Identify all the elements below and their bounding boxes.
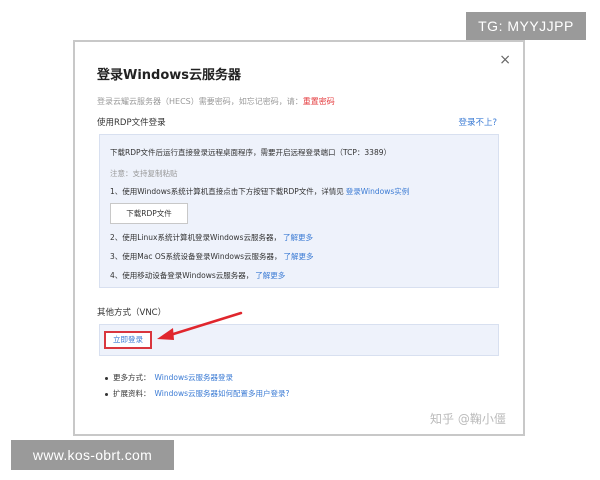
extended-info-label: 扩展资料：	[113, 389, 151, 398]
windows-login-link[interactable]: Windows云服务器登录	[155, 373, 233, 382]
tg-badge: TG: MYYJJPP	[466, 12, 586, 40]
multi-user-config-link[interactable]: Windows云服务器如何配置多用户登录?	[155, 389, 290, 398]
more-methods-row: 更多方式： Windows云服务器登录	[105, 372, 233, 383]
zhihu-watermark: 知乎 @鞠小僵	[430, 412, 506, 426]
extended-info-row: 扩展资料： Windows云服务器如何配置多用户登录?	[105, 388, 289, 399]
url-badge: www.kos-obrt.com	[11, 440, 174, 470]
more-methods-label: 更多方式：	[113, 373, 151, 382]
bullet-icon	[105, 392, 108, 396]
bullet-icon	[105, 376, 108, 380]
login-dialog: × 登录Windows云服务器 登录云耀云服务器（HECS）需要密码，如忘记密码…	[73, 40, 525, 436]
